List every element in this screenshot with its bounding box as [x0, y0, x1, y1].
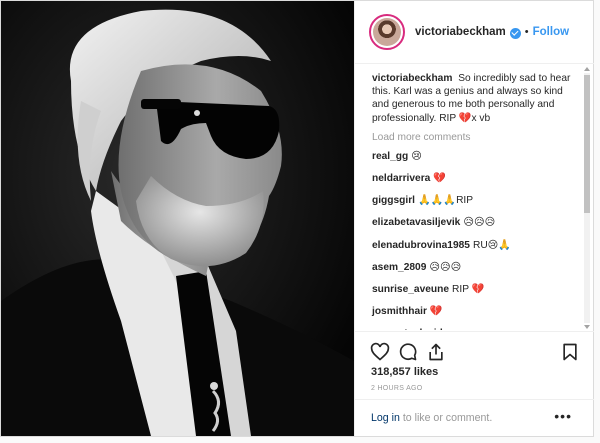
comment-username[interactable]: sunrise_aveune	[372, 284, 449, 295]
load-more-comments-link[interactable]: Load more comments	[372, 132, 580, 143]
scroll-down-arrow-icon[interactable]	[584, 325, 590, 329]
post-caption: victoriabeckham So incredibly sad to hea…	[372, 72, 580, 125]
action-icons	[370, 342, 580, 364]
separator-dot: •	[524, 26, 529, 38]
comment-text: □□□□	[451, 328, 476, 330]
comment-username[interactable]: samanta.david_	[372, 328, 448, 330]
side-panel: victoriabeckham • Follow victoriabeckham…	[354, 1, 594, 436]
comment-row: neldarrivera 💔	[372, 172, 580, 194]
comment-username[interactable]: real_gg	[372, 151, 408, 162]
comment-username[interactable]: josmithhair	[372, 306, 427, 317]
comment-username[interactable]: elizabetavasiljevik	[372, 217, 460, 228]
login-link[interactable]: Log in	[371, 412, 400, 424]
comment-row: real_gg 😢	[372, 150, 580, 172]
heart-icon[interactable]	[370, 342, 390, 362]
comment-username[interactable]: asem_2809	[372, 262, 426, 273]
comment-username[interactable]: giggsgirl	[372, 195, 415, 206]
comment-text: 💔	[433, 173, 447, 184]
comment-text: 😥😥😥	[429, 261, 462, 273]
comment-username[interactable]: neldarrivera	[372, 173, 430, 184]
comment-icon[interactable]	[398, 342, 418, 362]
comment-list: real_gg 😢 neldarrivera 💔 giggsgirl 🙏🙏🙏RIP eliz…	[372, 150, 580, 330]
more-options-icon[interactable]: •••	[554, 408, 572, 424]
post-timestamp[interactable]: 2 HOURS AGO	[371, 385, 423, 392]
scroll-thumb[interactable]	[584, 75, 590, 213]
share-icon[interactable]	[426, 342, 446, 362]
comment-row: giggsgirl 🙏🙏🙏RIP	[372, 194, 580, 216]
comments-scrollbar[interactable]	[583, 67, 591, 329]
instagram-post: victoriabeckham • Follow victoriabeckham…	[0, 0, 594, 437]
comment-text: 😥😥😥	[463, 217, 496, 229]
avatar[interactable]	[369, 14, 405, 50]
comment-row: samanta.david_□□□□	[372, 327, 580, 330]
portrait-image	[1, 1, 354, 436]
comments-area: victoriabeckham So incredibly sad to hea…	[355, 64, 594, 330]
comment-row: sunrise_aveune RIP 💔	[372, 283, 580, 305]
comment-row: asem_2809 😥😥😥	[372, 261, 580, 283]
header-username[interactable]: victoriabeckham	[415, 26, 506, 38]
login-prompt-text: to like or comment.	[399, 412, 493, 424]
comment-text: RIP 💔	[452, 283, 485, 295]
scroll-up-arrow-icon[interactable]	[584, 67, 590, 71]
comment-row: elizabetavasiljevik 😥😥😥	[372, 216, 580, 238]
comment-row: josmithhair 💔	[372, 305, 580, 327]
comment-text: RU😢🙏	[472, 239, 511, 251]
post-header: victoriabeckham • Follow	[355, 1, 594, 64]
comment-username[interactable]: elenadubrovina1985	[372, 240, 470, 251]
follow-button[interactable]: Follow	[533, 26, 569, 38]
post-photo[interactable]	[1, 1, 354, 436]
avatar-image	[373, 18, 401, 46]
login-prompt: Log in to like or comment.	[371, 412, 492, 424]
verified-badge-icon	[509, 27, 521, 39]
comment-text: 💔	[429, 306, 443, 318]
comment-row: elenadubrovina1985 RU😢🙏	[372, 239, 580, 261]
bookmark-icon[interactable]	[560, 342, 580, 362]
likes-count[interactable]: 318,857 likes	[371, 366, 438, 378]
login-bar: Log in to like or comment. •••	[355, 399, 594, 436]
comment-text: 😢	[411, 150, 422, 162]
comment-text: 🙏🙏🙏RIP	[418, 195, 474, 207]
caption-username[interactable]: victoriabeckham	[372, 73, 452, 84]
